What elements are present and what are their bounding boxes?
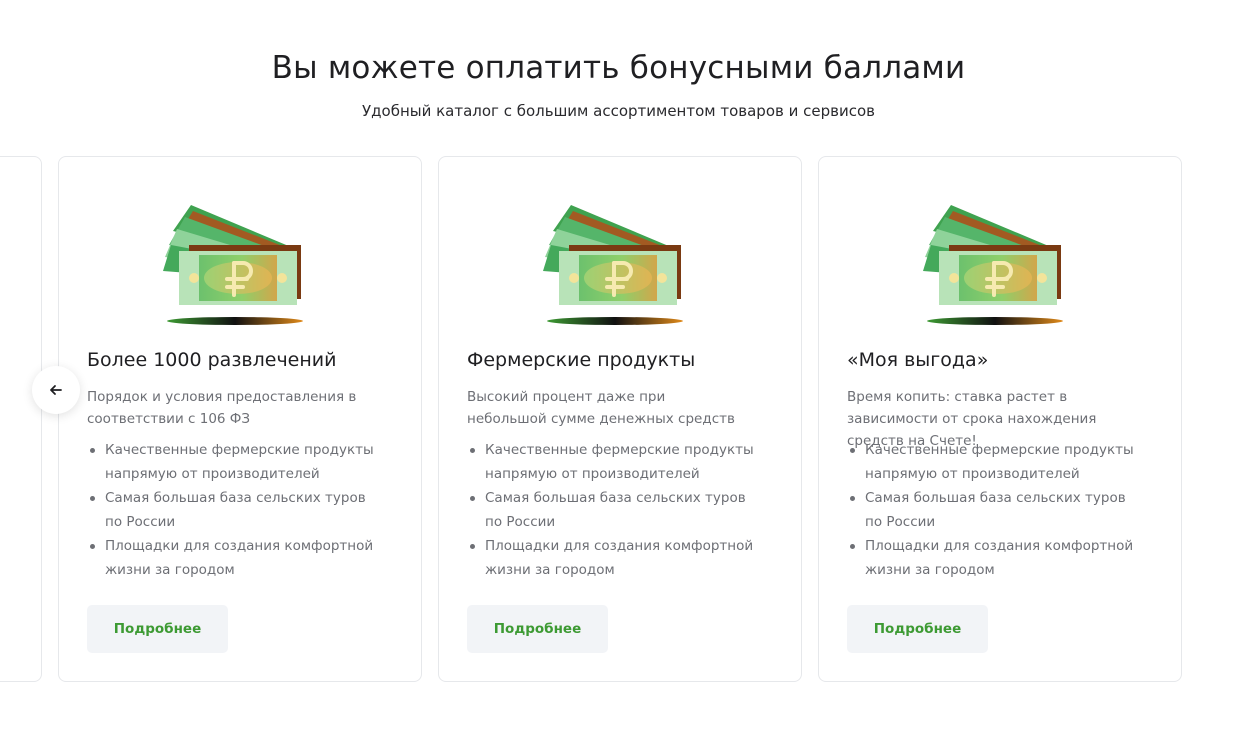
more-button[interactable]: Подробнее — [467, 605, 608, 653]
arrow-left-icon — [50, 385, 62, 395]
bullet-icon — [850, 448, 855, 453]
card-description: Порядок и условия предоставления в соотв… — [87, 389, 357, 427]
money-stack-ruble-icon — [543, 201, 693, 327]
bullet-icon — [470, 544, 475, 549]
offer-card: «Моя выгода» Время копить: ставка растет… — [818, 156, 1182, 682]
card-description: Высокий процент даже при небольшой сумме… — [467, 389, 735, 427]
feature-list: Качественные фермерские продукты напряму… — [467, 438, 767, 582]
section-title: Вы можете оплатить бонусными баллами — [271, 50, 966, 86]
feature-item: Качественные фермерские продукты напряму… — [467, 438, 767, 486]
feature-item: Самая большая база сельских туров по Рос… — [467, 486, 767, 534]
bullet-icon — [850, 496, 855, 501]
carousel-prev-button[interactable] — [32, 366, 80, 414]
bullet-icon — [470, 448, 475, 453]
feature-list: Качественные фермерские продукты напряму… — [847, 438, 1147, 582]
bullet-icon — [90, 496, 95, 501]
bullet-icon — [470, 496, 475, 501]
feature-list: Качественные фермерские продукты напряму… — [87, 438, 387, 582]
bonus-catalog-section: Вы можете оплатить бонусными баллами Удо… — [0, 0, 1237, 732]
offer-card: Фермерские продукты Высокий процент даже… — [438, 156, 802, 682]
offer-card: Более 1000 развлечений Порядок и условия… — [58, 156, 422, 682]
money-stack-ruble-icon — [923, 201, 1073, 327]
card-title: «Моя выгода» — [847, 349, 989, 371]
card-title: Более 1000 развлечений — [87, 349, 337, 371]
feature-item: Качественные фермерские продукты напряму… — [87, 438, 387, 486]
more-button[interactable]: Подробнее — [87, 605, 228, 653]
section-subtitle: Удобный каталог с большим ассортиментом … — [362, 102, 875, 120]
feature-item: Площадки для создания комфортной жизни з… — [847, 534, 1147, 582]
bullet-icon — [90, 544, 95, 549]
money-stack-ruble-icon — [163, 201, 313, 327]
feature-item: Площадки для создания комфортной жизни з… — [467, 534, 767, 582]
feature-item: Самая большая база сельских туров по Рос… — [847, 486, 1147, 534]
more-button[interactable]: Подробнее — [847, 605, 988, 653]
bullet-icon — [850, 544, 855, 549]
feature-item: Площадки для создания комфортной жизни з… — [87, 534, 387, 582]
bullet-icon — [90, 448, 95, 453]
card-title: Фермерские продукты — [467, 349, 696, 371]
feature-item: Качественные фермерские продукты напряму… — [847, 438, 1147, 486]
previous-card-partial[interactable] — [0, 156, 42, 682]
feature-item: Самая большая база сельских туров по Рос… — [87, 486, 387, 534]
